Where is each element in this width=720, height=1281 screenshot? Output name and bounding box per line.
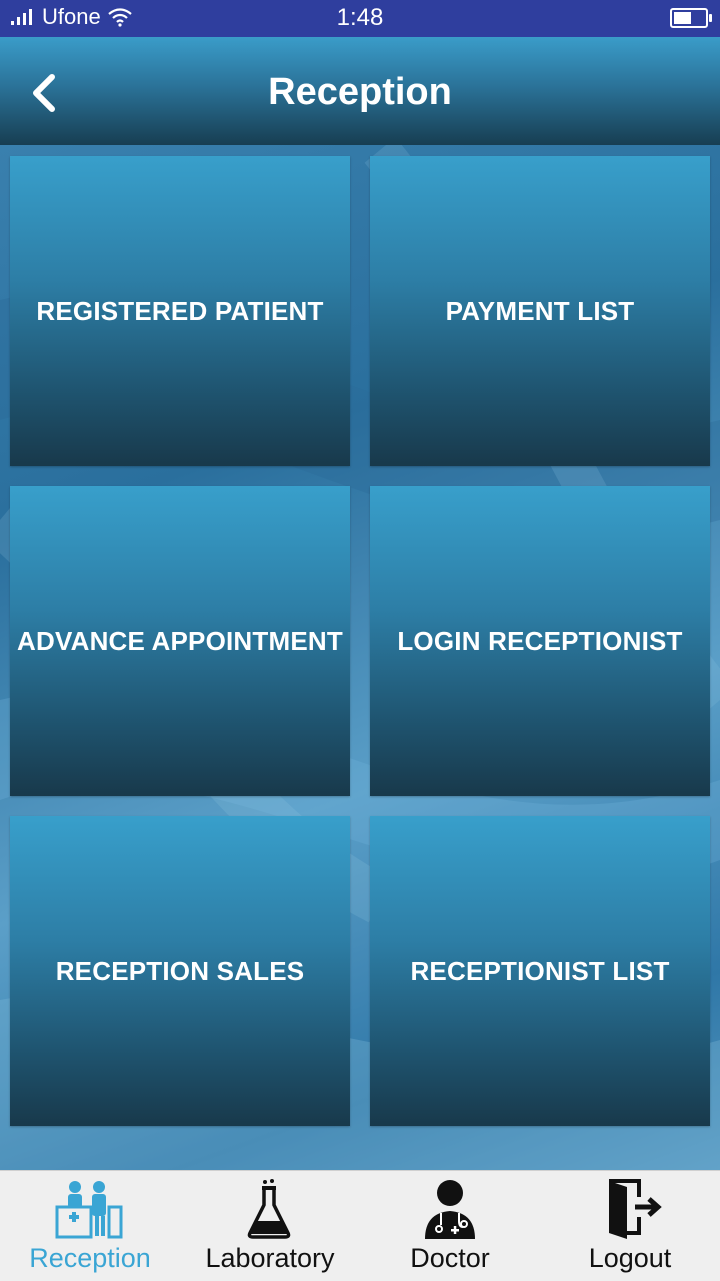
tile-label: LOGIN RECEPTIONIST	[397, 625, 683, 656]
status-time: 1:48	[336, 4, 384, 31]
reception-desk-icon	[55, 1181, 123, 1239]
nav-label: Reception	[29, 1243, 151, 1273]
app-bar: Reception	[0, 37, 720, 145]
nav-label: Doctor	[410, 1243, 490, 1273]
bottom-navigation: Reception Laboratory Doctor Logout	[0, 1170, 720, 1281]
registered-patient-tile[interactable]: REGISTERED PATIENT	[10, 156, 350, 466]
battery-fill	[674, 12, 691, 24]
tile-label: ADVANCE APPOINTMENT	[17, 625, 343, 656]
battery-indicator	[670, 8, 712, 28]
nav-label: Logout	[588, 1243, 672, 1273]
login-receptionist-tile[interactable]: LOGIN RECEPTIONIST	[370, 486, 710, 796]
nav-laboratory[interactable]: Laboratory	[180, 1171, 360, 1281]
logout-door-icon	[609, 1179, 662, 1239]
tile-label: RECEPTIONIST LIST	[410, 955, 670, 986]
payment-list-tile[interactable]: PAYMENT LIST	[370, 156, 710, 466]
tile-label: RECEPTION SALES	[55, 955, 305, 986]
flask-icon	[247, 1179, 291, 1239]
nav-reception[interactable]: Reception	[0, 1171, 180, 1281]
doctor-icon	[425, 1180, 475, 1239]
nav-label: Laboratory	[205, 1243, 335, 1273]
advance-appointment-tile[interactable]: ADVANCE APPOINTMENT	[10, 486, 350, 796]
nav-logout[interactable]: Logout	[540, 1171, 720, 1281]
tile-label: REGISTERED PATIENT	[36, 295, 324, 326]
receptionist-list-tile[interactable]: RECEPTIONIST LIST	[370, 816, 710, 1126]
page-title: Reception	[268, 71, 452, 113]
nav-doctor[interactable]: Doctor	[360, 1171, 540, 1281]
reception-sales-tile[interactable]: RECEPTION SALES	[10, 816, 350, 1126]
tile-label: PAYMENT LIST	[445, 295, 635, 326]
battery-icon	[670, 8, 712, 28]
status-bar: Ufone 1:48	[0, 0, 720, 37]
